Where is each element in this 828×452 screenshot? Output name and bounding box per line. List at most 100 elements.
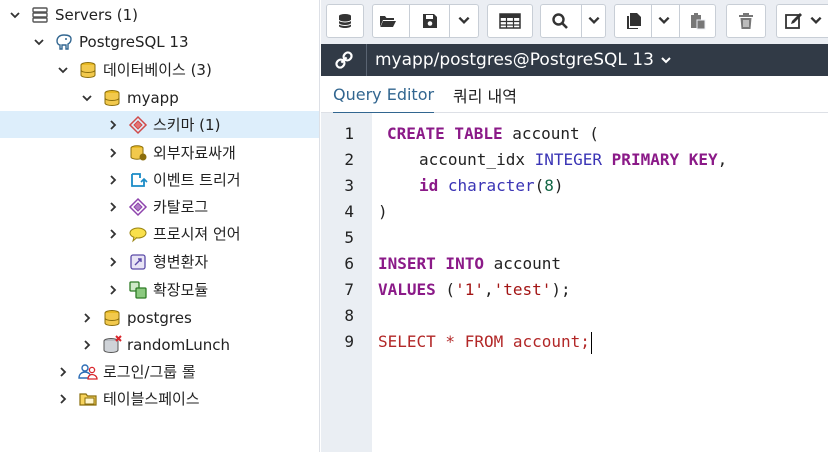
- chevron-down-icon[interactable]: [660, 54, 672, 66]
- chevron-right-icon[interactable]: [106, 173, 120, 187]
- tree-item-databases[interactable]: 데이터베이스 (3): [0, 56, 319, 83]
- sql-keyword: INSERT INTO: [378, 254, 484, 273]
- sql-keyword: CREATE TABLE: [387, 124, 503, 143]
- sql-text: account: [483, 254, 562, 273]
- code-line: VALUES ('1','test');: [378, 277, 571, 303]
- sql-type: character: [447, 176, 535, 195]
- database-icon: [102, 308, 122, 328]
- chevron-right-icon[interactable]: [80, 338, 94, 352]
- tree-item-db-randomlunch[interactable]: randomLunch: [0, 331, 319, 358]
- tree-item-casts[interactable]: 형변환자: [0, 248, 319, 275]
- tree-item-server[interactable]: PostgreSQL 13: [0, 28, 319, 55]
- copy-options-dropdown[interactable]: [657, 13, 673, 29]
- tree-item-db-myapp[interactable]: myapp: [0, 84, 319, 111]
- text-cursor: [590, 331, 592, 354]
- tree-item-extensions[interactable]: 확장모듈: [0, 276, 319, 303]
- folder-open-icon: [380, 16, 396, 27]
- find-options-dropdown[interactable]: [587, 13, 603, 29]
- connection-bar[interactable]: myapp/postgres@PostgreSQL 13: [321, 44, 828, 76]
- chevron-down-icon[interactable]: [56, 63, 70, 77]
- tree-item-event-triggers[interactable]: 이벤트 트리거: [0, 166, 319, 193]
- save-file-button[interactable]: [421, 12, 441, 30]
- tree-label: 로그인/그룹 롤: [103, 363, 196, 381]
- chevron-right-icon[interactable]: [56, 392, 70, 406]
- edit-options-button[interactable]: [776, 4, 828, 38]
- tree-item-tablespaces[interactable]: 테이블스페이스: [0, 385, 319, 412]
- chevron-right-icon[interactable]: [106, 227, 120, 241]
- sql-text: );: [551, 280, 571, 299]
- paste-button[interactable]: [689, 12, 707, 30]
- chevron-right-icon[interactable]: [106, 146, 120, 160]
- sql-text: account (: [502, 124, 599, 143]
- trash-icon: [739, 13, 753, 29]
- line-number-gutter: 1 2 3 4 5 6 7 8 9: [321, 113, 372, 452]
- tree-label: 확장모듈: [153, 281, 209, 299]
- open-file-button[interactable]: [379, 12, 403, 30]
- chevron-down-icon[interactable]: [8, 8, 22, 22]
- edit-data-grid-button[interactable]: [487, 4, 533, 38]
- database-disconnected-icon: [102, 334, 122, 355]
- tree-label: 외부자료싸개: [153, 144, 236, 162]
- chevron-right-icon[interactable]: [56, 365, 70, 379]
- sql-number: 8: [544, 176, 554, 195]
- connection-title[interactable]: myapp/postgres@PostgreSQL 13: [375, 50, 654, 70]
- code-line: id character(8): [419, 173, 564, 199]
- code-line: INSERT INTO account: [378, 251, 561, 277]
- chevron-right-icon[interactable]: [106, 283, 120, 297]
- delete-button[interactable]: [726, 4, 766, 38]
- copy-icon: [627, 13, 641, 29]
- editor-tabs: Query Editor 쿼리 내역: [321, 76, 828, 114]
- chevron-down-icon[interactable]: [32, 35, 46, 49]
- table-grid-icon: [499, 13, 521, 29]
- line-number: 8: [344, 306, 354, 325]
- sql-keyword: VALUES: [378, 280, 436, 299]
- save-icon: [423, 14, 437, 28]
- chevron-down-icon[interactable]: [80, 91, 94, 105]
- tree-label: 형변환자: [153, 253, 209, 271]
- code-line: CREATE TABLE account (: [387, 121, 599, 147]
- tab-query-history[interactable]: 쿼리 내역: [453, 76, 517, 113]
- extension-icon: [128, 280, 148, 300]
- file-button-group: [372, 4, 479, 38]
- save-options-dropdown[interactable]: [457, 13, 473, 29]
- code-line: SELECT * FROM account;: [378, 329, 592, 355]
- line-number: 6: [344, 254, 354, 273]
- chevron-down-icon: [458, 16, 470, 24]
- chevron-down-icon: [810, 16, 822, 24]
- connection-status-icon[interactable]: [321, 44, 367, 76]
- event-trigger-icon: [128, 170, 148, 190]
- tree-item-servers[interactable]: Servers (1): [0, 1, 319, 28]
- language-speech-bubble-icon: [128, 224, 148, 244]
- postgresql-elephant-icon: [54, 32, 74, 52]
- tree-item-catalogs[interactable]: 카탈로그: [0, 193, 319, 220]
- tree-item-schemas[interactable]: 스키마 (1): [0, 111, 319, 138]
- users-icon: [78, 362, 98, 382]
- query-tool-panel: myapp/postgres@PostgreSQL 13 Query Edito…: [321, 0, 828, 452]
- chevron-right-icon[interactable]: [106, 255, 120, 269]
- chevron-right-icon[interactable]: [80, 311, 94, 325]
- sql-editor[interactable]: 1 2 3 4 5 6 7 8 9 CREATE TABLE account (…: [321, 113, 828, 452]
- edit-options-dropdown[interactable]: [809, 13, 825, 29]
- tree-item-db-postgres[interactable]: postgres: [0, 304, 319, 331]
- copy-button[interactable]: [625, 12, 643, 30]
- sql-string: 'test': [493, 280, 552, 299]
- tab-query-editor[interactable]: Query Editor: [333, 76, 435, 114]
- tree-label: 프로시져 언어: [153, 225, 241, 243]
- sql-text: ,: [483, 280, 494, 299]
- line-number: 3: [344, 176, 354, 195]
- tree-item-login-roles[interactable]: 로그인/그룹 롤: [0, 358, 319, 385]
- chevron-right-icon[interactable]: [106, 200, 120, 214]
- cast-icon: [128, 252, 148, 272]
- search-icon: [552, 13, 568, 29]
- sql-text: ): [553, 176, 564, 195]
- tree-item-languages[interactable]: 프로시져 언어: [0, 220, 319, 247]
- sql-string: '1': [455, 280, 484, 299]
- tree-label: 이벤트 트리거: [153, 171, 241, 189]
- tree-item-foreign-data-wrappers[interactable]: 외부자료싸개: [0, 139, 319, 166]
- tree-label: Servers (1): [55, 5, 139, 24]
- database-connect-button[interactable]: [326, 4, 364, 38]
- find-button[interactable]: [551, 12, 571, 30]
- tree-label: randomLunch: [127, 335, 231, 354]
- edit-button[interactable]: [785, 12, 805, 30]
- chevron-right-icon[interactable]: [106, 118, 120, 132]
